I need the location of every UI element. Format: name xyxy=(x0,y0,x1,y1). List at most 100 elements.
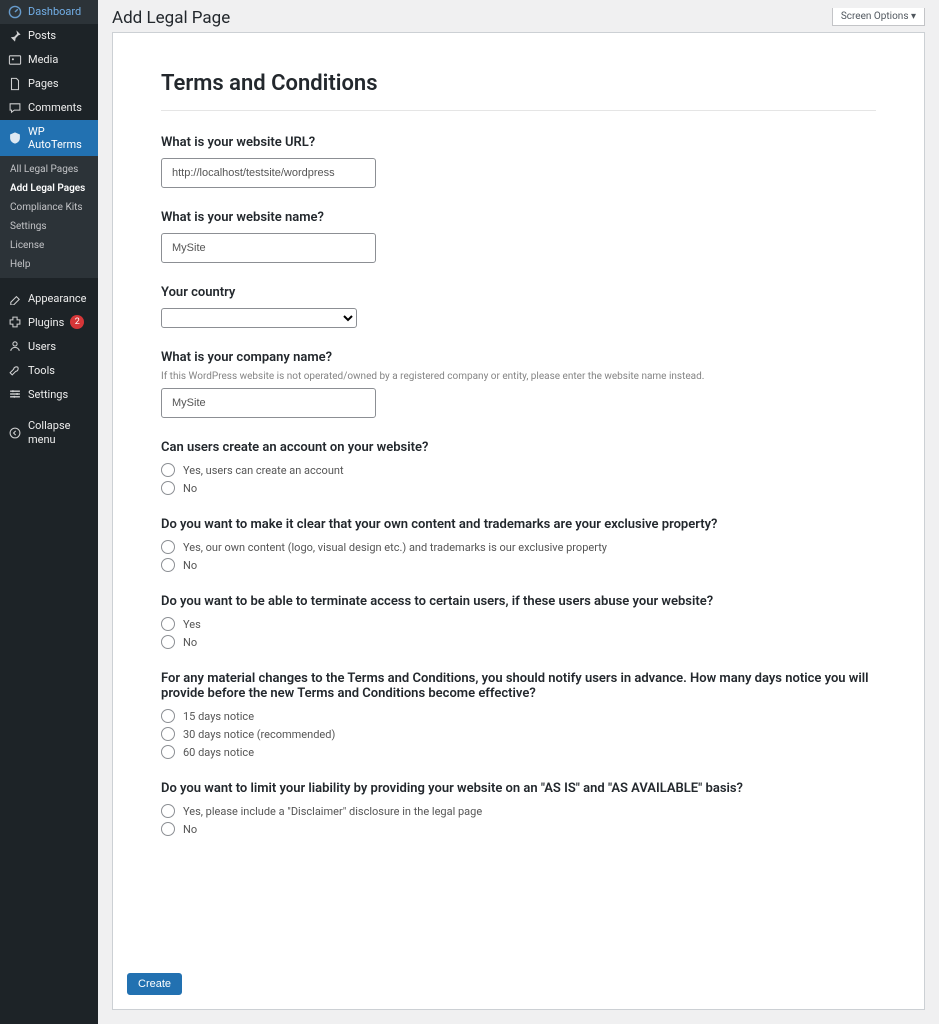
field-liability: Do you want to limit your liability by p… xyxy=(161,781,876,836)
shield-icon xyxy=(8,131,22,145)
input-website-name[interactable] xyxy=(161,233,376,263)
pin-icon xyxy=(8,29,22,43)
label-accounts: Can users create an account on your webs… xyxy=(161,440,876,455)
users-icon xyxy=(8,339,22,353)
label-notice: For any material changes to the Terms an… xyxy=(161,671,876,701)
radio-trademark-yes[interactable] xyxy=(161,540,175,554)
radio-liability-no-row: No xyxy=(161,822,876,836)
sidebar-label: Appearance xyxy=(28,292,87,305)
sidebar-label: Dashboard xyxy=(28,5,81,18)
create-button[interactable]: Create xyxy=(127,973,182,995)
sidebar-item-media[interactable]: Media xyxy=(0,48,98,72)
sidebar-item-wpautoterms[interactable]: WP AutoTerms xyxy=(0,120,98,156)
radio-terminate-no-row: No xyxy=(161,635,876,649)
sidebar-label: Media xyxy=(28,53,58,66)
radio-terminate-yes[interactable] xyxy=(161,617,175,631)
admin-sidebar: Dashboard Posts Media Pages Comments WP … xyxy=(0,0,98,1024)
radio-notice-60[interactable] xyxy=(161,745,175,759)
radio-notice-15-row: 15 days notice xyxy=(161,709,876,723)
dashboard-icon xyxy=(8,5,22,19)
label-country: Your country xyxy=(161,285,876,300)
radio-accounts-yes[interactable] xyxy=(161,463,175,477)
label-website-url: What is your website URL? xyxy=(161,135,876,150)
sidebar-item-pages[interactable]: Pages xyxy=(0,72,98,96)
radio-label[interactable]: No xyxy=(183,636,197,649)
input-company-name[interactable] xyxy=(161,388,376,418)
radio-accounts-yes-row: Yes, users can create an account xyxy=(161,463,876,477)
sidebar-item-comments[interactable]: Comments xyxy=(0,96,98,120)
label-website-name: What is your website name? xyxy=(161,210,876,225)
label-terminate: Do you want to be able to terminate acce… xyxy=(161,594,876,609)
sidebar-item-dashboard[interactable]: Dashboard xyxy=(0,0,98,24)
input-website-url[interactable] xyxy=(161,158,376,188)
collapse-menu[interactable]: Collapse menu xyxy=(0,414,98,450)
radio-trademark-no[interactable] xyxy=(161,558,175,572)
settings-icon xyxy=(8,387,22,401)
sidebar-submenu: All Legal Pages Add Legal Pages Complian… xyxy=(0,156,98,278)
field-country: Your country xyxy=(161,285,876,328)
tools-icon xyxy=(8,363,22,377)
sidebar-label: Settings xyxy=(28,388,68,401)
radio-notice-60-row: 60 days notice xyxy=(161,745,876,759)
sidebar-item-posts[interactable]: Posts xyxy=(0,24,98,48)
radio-label[interactable]: Yes, please include a "Disclaimer" discl… xyxy=(183,805,482,818)
divider xyxy=(161,110,876,111)
subitem-add-legal-pages[interactable]: Add Legal Pages xyxy=(0,179,98,198)
radio-terminate-yes-row: Yes xyxy=(161,617,876,631)
label-liability: Do you want to limit your liability by p… xyxy=(161,781,876,796)
sidebar-item-tools[interactable]: Tools xyxy=(0,358,98,382)
page-title: Add Legal Page xyxy=(112,8,230,28)
sidebar-label: Tools xyxy=(28,364,55,377)
radio-label[interactable]: 60 days notice xyxy=(183,746,254,759)
radio-label[interactable]: Yes xyxy=(183,618,201,631)
comment-icon xyxy=(8,101,22,115)
screen-options-button[interactable]: Screen Options ▾ xyxy=(832,8,925,26)
radio-liability-yes[interactable] xyxy=(161,804,175,818)
plugins-update-badge: 2 xyxy=(70,315,84,329)
sidebar-item-plugins[interactable]: Plugins 2 xyxy=(0,310,98,334)
field-notice: For any material changes to the Terms an… xyxy=(161,671,876,759)
radio-label[interactable]: 15 days notice xyxy=(183,710,254,723)
main-content: Add Legal Page Screen Options ▾ Terms an… xyxy=(98,0,939,1024)
radio-label[interactable]: No xyxy=(183,559,197,572)
field-website-url: What is your website URL? xyxy=(161,135,876,188)
radio-notice-30[interactable] xyxy=(161,727,175,741)
collapse-label: Collapse menu xyxy=(28,419,90,445)
help-company-name: If this WordPress website is not operate… xyxy=(161,371,876,382)
radio-label[interactable]: Yes, users can create an account xyxy=(183,464,344,477)
subitem-help[interactable]: Help xyxy=(0,255,98,274)
field-website-name: What is your website name? xyxy=(161,210,876,263)
sidebar-item-users[interactable]: Users xyxy=(0,334,98,358)
field-accounts: Can users create an account on your webs… xyxy=(161,440,876,495)
page-icon xyxy=(8,77,22,91)
radio-label[interactable]: No xyxy=(183,823,197,836)
radio-notice-15[interactable] xyxy=(161,709,175,723)
sidebar-item-settings[interactable]: Settings xyxy=(0,382,98,406)
plugin-icon xyxy=(8,315,22,329)
radio-accounts-no[interactable] xyxy=(161,481,175,495)
sidebar-item-appearance[interactable]: Appearance xyxy=(0,286,98,310)
subitem-compliance-kits[interactable]: Compliance Kits xyxy=(0,198,98,217)
radio-label[interactable]: Yes, our own content (logo, visual desig… xyxy=(183,541,607,554)
form-panel: Terms and Conditions What is your websit… xyxy=(112,32,925,1010)
sidebar-label: Users xyxy=(28,340,56,353)
sidebar-label: WP AutoTerms xyxy=(28,125,90,151)
field-terminate: Do you want to be able to terminate acce… xyxy=(161,594,876,649)
radio-label[interactable]: No xyxy=(183,482,197,495)
sidebar-label: Plugins xyxy=(28,316,64,329)
radio-label[interactable]: 30 days notice (recommended) xyxy=(183,728,335,741)
select-country[interactable] xyxy=(161,308,357,328)
field-company-name: What is your company name? If this WordP… xyxy=(161,350,876,418)
subitem-all-legal-pages[interactable]: All Legal Pages xyxy=(0,160,98,179)
sidebar-label: Posts xyxy=(28,29,56,42)
label-company-name: What is your company name? xyxy=(161,350,876,365)
radio-terminate-no[interactable] xyxy=(161,635,175,649)
label-trademark: Do you want to make it clear that your o… xyxy=(161,517,876,532)
radio-notice-30-row: 30 days notice (recommended) xyxy=(161,727,876,741)
subitem-license[interactable]: License xyxy=(0,236,98,255)
topbar: Add Legal Page Screen Options ▾ xyxy=(98,0,939,32)
subitem-settings[interactable]: Settings xyxy=(0,217,98,236)
radio-liability-no[interactable] xyxy=(161,822,175,836)
form-title: Terms and Conditions xyxy=(161,71,876,96)
sidebar-label: Comments xyxy=(28,101,82,114)
